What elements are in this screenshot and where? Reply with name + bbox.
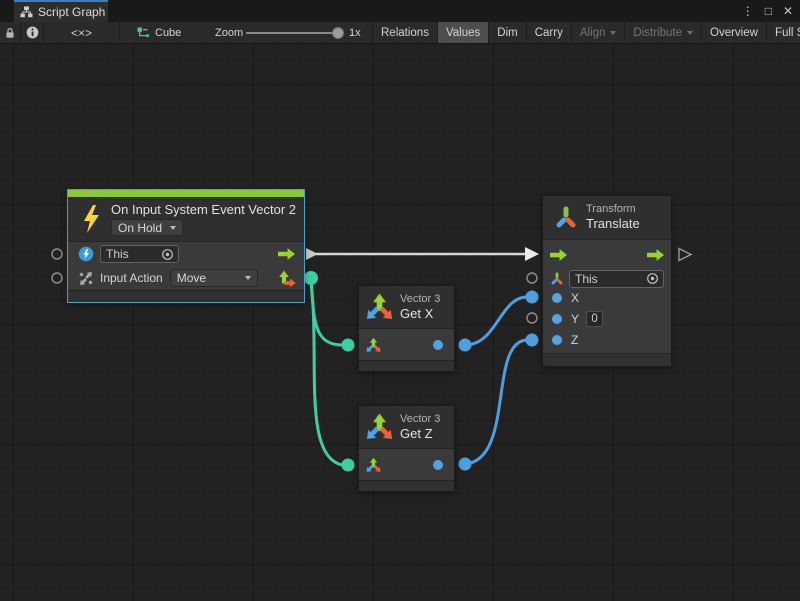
getx-category: Vector 3 (400, 293, 440, 306)
transform-y-value-field[interactable]: 0 (586, 311, 603, 327)
zoom-value: 1x (349, 22, 361, 43)
vector3-input-port-icon[interactable] (366, 338, 381, 353)
transform-icon (554, 204, 578, 232)
fullscreen-button[interactable]: Full Screen (767, 22, 800, 43)
info-icon (26, 26, 39, 39)
info-button[interactable] (21, 22, 44, 43)
transform-category: Transform (586, 203, 640, 216)
code-view-icon: <×> (71, 26, 92, 40)
overview-button[interactable]: Overview (702, 22, 767, 43)
tab-bar: Script Graph ⋮ □ ✕ (0, 0, 800, 22)
gameobject-icon (78, 246, 94, 262)
event-action-label: Input Action (100, 271, 163, 285)
vector3-icon (366, 414, 393, 441)
vector3-input-port-icon[interactable] (366, 458, 381, 473)
transform-x-port[interactable] (552, 293, 562, 303)
transform-z-label: Z (571, 333, 578, 347)
script-graph-icon (20, 6, 33, 18)
breadcrumb[interactable]: Cube (131, 22, 187, 43)
zoom-label: Zoom (215, 22, 243, 43)
flow-output-arrow-icon[interactable] (647, 249, 664, 261)
maximize-icon[interactable]: □ (765, 4, 772, 18)
close-icon[interactable]: ✕ (783, 4, 793, 18)
align-dropdown[interactable]: Align (572, 22, 626, 43)
transform-port-icon (550, 271, 564, 287)
transform-y-label: Y (571, 312, 579, 326)
event-mode-dropdown[interactable]: On Hold (111, 219, 183, 236)
transform-y-port[interactable] (552, 314, 562, 324)
transform-target-field[interactable]: This (569, 270, 664, 288)
flow-output-arrow-icon[interactable] (278, 248, 295, 260)
graph-reference-icon (137, 27, 150, 39)
chevron-down-icon (610, 31, 616, 35)
getx-node-footer (359, 360, 454, 371)
tab-title: Script Graph (38, 5, 105, 19)
transform-x-label: X (571, 291, 579, 305)
transform-title: Translate (586, 216, 640, 232)
window-controls: ⋮ □ ✕ (742, 0, 793, 22)
graph-toolbar: <×> Cube Zoom 1x Relations Values Dim Ca… (0, 22, 800, 44)
zoom-slider-handle[interactable] (332, 27, 344, 39)
dim-button[interactable]: Dim (489, 22, 526, 43)
getx-output-port[interactable] (433, 340, 443, 350)
carry-button[interactable]: Carry (527, 22, 572, 43)
target-picker-icon[interactable] (646, 272, 659, 285)
input-action-icon (78, 271, 94, 286)
event-node-footer (68, 290, 304, 302)
script-graph-window: Script Graph ⋮ □ ✕ <×> (0, 0, 800, 601)
node-get-z[interactable]: Vector 3 Get Z (358, 405, 455, 492)
node-transform-translate[interactable]: Transform Translate This (542, 195, 672, 367)
transform-z-port[interactable] (552, 335, 562, 345)
flow-input-arrow-icon[interactable] (550, 249, 567, 261)
distribute-dropdown[interactable]: Distribute (625, 22, 702, 43)
event-target-field[interactable]: This (100, 245, 179, 263)
chevron-down-icon (687, 31, 693, 35)
code-view-button[interactable]: <×> (44, 22, 120, 43)
getz-output-port[interactable] (433, 460, 443, 470)
vector2-output-icon[interactable] (278, 270, 296, 287)
transform-node-footer (543, 353, 671, 366)
node-on-input-system-event[interactable]: On Input System Event Vector 2 On Hold T… (67, 189, 305, 303)
getz-title: Get Z (400, 426, 440, 442)
event-accent-bar (68, 190, 304, 197)
zoom-slider-track[interactable] (246, 32, 344, 34)
node-get-x[interactable]: Vector 3 Get X (358, 285, 455, 372)
breadcrumb-label: Cube (155, 27, 181, 39)
lightning-icon (79, 203, 103, 235)
window-menu-icon[interactable]: ⋮ (742, 4, 754, 18)
vector3-icon (366, 294, 393, 321)
lock-button[interactable] (0, 22, 21, 43)
lock-icon (5, 27, 15, 39)
getz-category: Vector 3 (400, 413, 440, 426)
toolbar-toggles: Relations Values Dim Carry Align Distrib… (372, 22, 800, 43)
chevron-down-icon (170, 226, 176, 230)
getx-title: Get X (400, 306, 440, 322)
values-button[interactable]: Values (438, 22, 489, 43)
relations-button[interactable]: Relations (373, 22, 438, 43)
event-title: On Input System Event Vector 2 (111, 202, 296, 218)
tab-script-graph[interactable]: Script Graph (14, 0, 108, 22)
getz-node-footer (359, 480, 454, 491)
chevron-down-icon (245, 276, 251, 280)
event-action-dropdown[interactable]: Move (170, 269, 258, 287)
target-picker-icon[interactable] (161, 248, 174, 261)
